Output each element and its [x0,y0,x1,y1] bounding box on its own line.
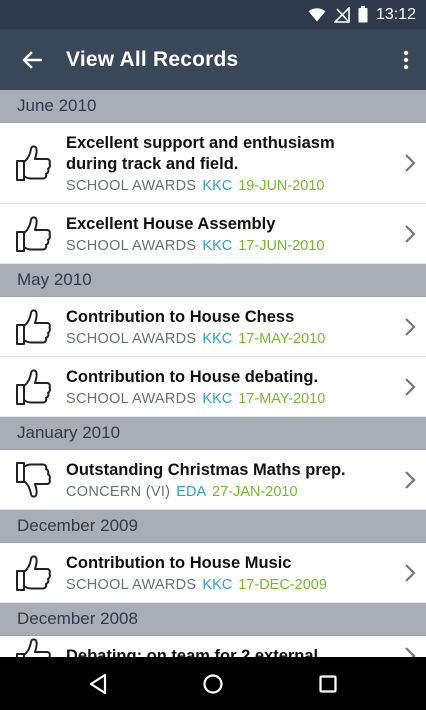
thumbs-up-icon [14,307,52,347]
chevron-right-icon [404,646,416,657]
record-category: SCHOOL AWARDS [66,391,197,407]
record-staff-code: KKC [202,178,233,194]
record-title: Contribution to House Chess [66,308,295,326]
record-date: 19-JUN-2010 [238,178,325,194]
record-staff-code: EDA [176,484,207,500]
status-time: 13:12 [375,5,416,23]
chevron-right-icon [404,317,416,337]
status-bar: 13:12 [0,0,426,29]
record-date: 17-MAY-2010 [238,331,326,347]
record-date: 17-MAY-2010 [238,391,326,407]
record-date: 17-DEC-2009 [238,577,327,593]
section-header: June 2010 [0,90,426,123]
thumbs-up-icon [14,553,52,593]
record-staff-code: KKC [202,238,233,254]
thumbs-up-icon [14,214,52,254]
record-category: SCHOOL AWARDS [66,238,197,254]
section-header: January 2010 [0,417,426,450]
nav-back-button[interactable] [73,664,123,704]
record-meta: SCHOOL AWARDS KKC 17-DEC-2009 [66,577,386,593]
record-meta: CONCERN (VI) EDA 27-JAN-2010 [66,484,386,500]
page-title: View All Records [66,47,239,71]
record-title: Contribution to House debating. [66,368,319,386]
record-category: SCHOOL AWARDS [66,178,197,194]
chevron-right-icon [404,563,416,583]
thumbs-up-icon [14,143,52,183]
navigation-bar [0,657,426,710]
arrow-left-icon [22,50,42,69]
record-row[interactable]: Contribution to House Music SCHOOL AWARDS… [0,543,426,603]
chevron-right-icon [404,377,416,397]
record-category: CONCERN (VI) [66,484,171,500]
record-title: Excellent House Assembly [66,215,276,233]
battery-icon [358,6,368,23]
records-list[interactable]: June 2010 Excellent support and enthusias… [0,90,426,657]
record-title: Excellent support and enthusiasm during … [66,134,335,173]
section-header: December 2008 [0,603,426,636]
record-row[interactable]: Excellent support and enthusiasm during … [0,123,426,204]
record-date: 27-JAN-2010 [212,484,298,500]
nav-recents-button[interactable] [303,664,353,704]
record-category: SCHOOL AWARDS [66,577,197,593]
overflow-menu-button[interactable] [386,29,426,90]
record-title: Contribution to House Music [66,554,292,572]
app-bar: View All Records [0,29,426,90]
circle-home-icon [203,673,223,694]
record-meta: SCHOOL AWARDS KKC 19-JUN-2010 [66,178,386,194]
record-title: Debating; on team for 2 external [66,647,319,657]
more-vertical-icon [403,50,409,69]
record-row[interactable]: Debating; on team for 2 external [0,636,426,657]
thumbs-up-icon [14,636,52,657]
wifi-icon [308,7,326,22]
record-meta: SCHOOL AWARDS KKC 17-MAY-2010 [66,331,386,347]
section-header: December 2009 [0,510,426,543]
square-recents-icon [319,674,337,693]
record-date: 17-JUN-2010 [238,238,325,254]
record-row[interactable]: Contribution to House Chess SCHOOL AWARDS… [0,297,426,357]
back-button[interactable] [0,29,64,90]
record-category: SCHOOL AWARDS [66,331,197,347]
record-meta: SCHOOL AWARDS KKC 17-MAY-2010 [66,391,386,407]
thumbs-down-icon [14,460,52,500]
thumbs-up-icon [14,367,52,407]
record-title: Outstanding Christmas Maths prep. [66,461,346,479]
no-signal-icon [333,6,350,23]
record-row[interactable]: Excellent House Assembly SCHOOL AWARDS KKC… [0,204,426,264]
nav-home-button[interactable] [188,664,238,704]
section-header: May 2010 [0,264,426,297]
record-meta: SCHOOL AWARDS KKC 17-JUN-2010 [66,238,386,254]
status-icons: 13:12 [308,6,416,24]
record-staff-code: KKC [202,331,233,347]
record-row[interactable]: Contribution to House debating. SCHOOL AW… [0,357,426,417]
record-row[interactable]: Outstanding Christmas Maths prep. CONCERN… [0,450,426,510]
chevron-right-icon [404,470,416,490]
record-staff-code: KKC [202,391,233,407]
triangle-back-icon [89,673,106,694]
record-staff-code: KKC [202,577,233,593]
chevron-right-icon [404,153,416,173]
chevron-right-icon [404,224,416,244]
